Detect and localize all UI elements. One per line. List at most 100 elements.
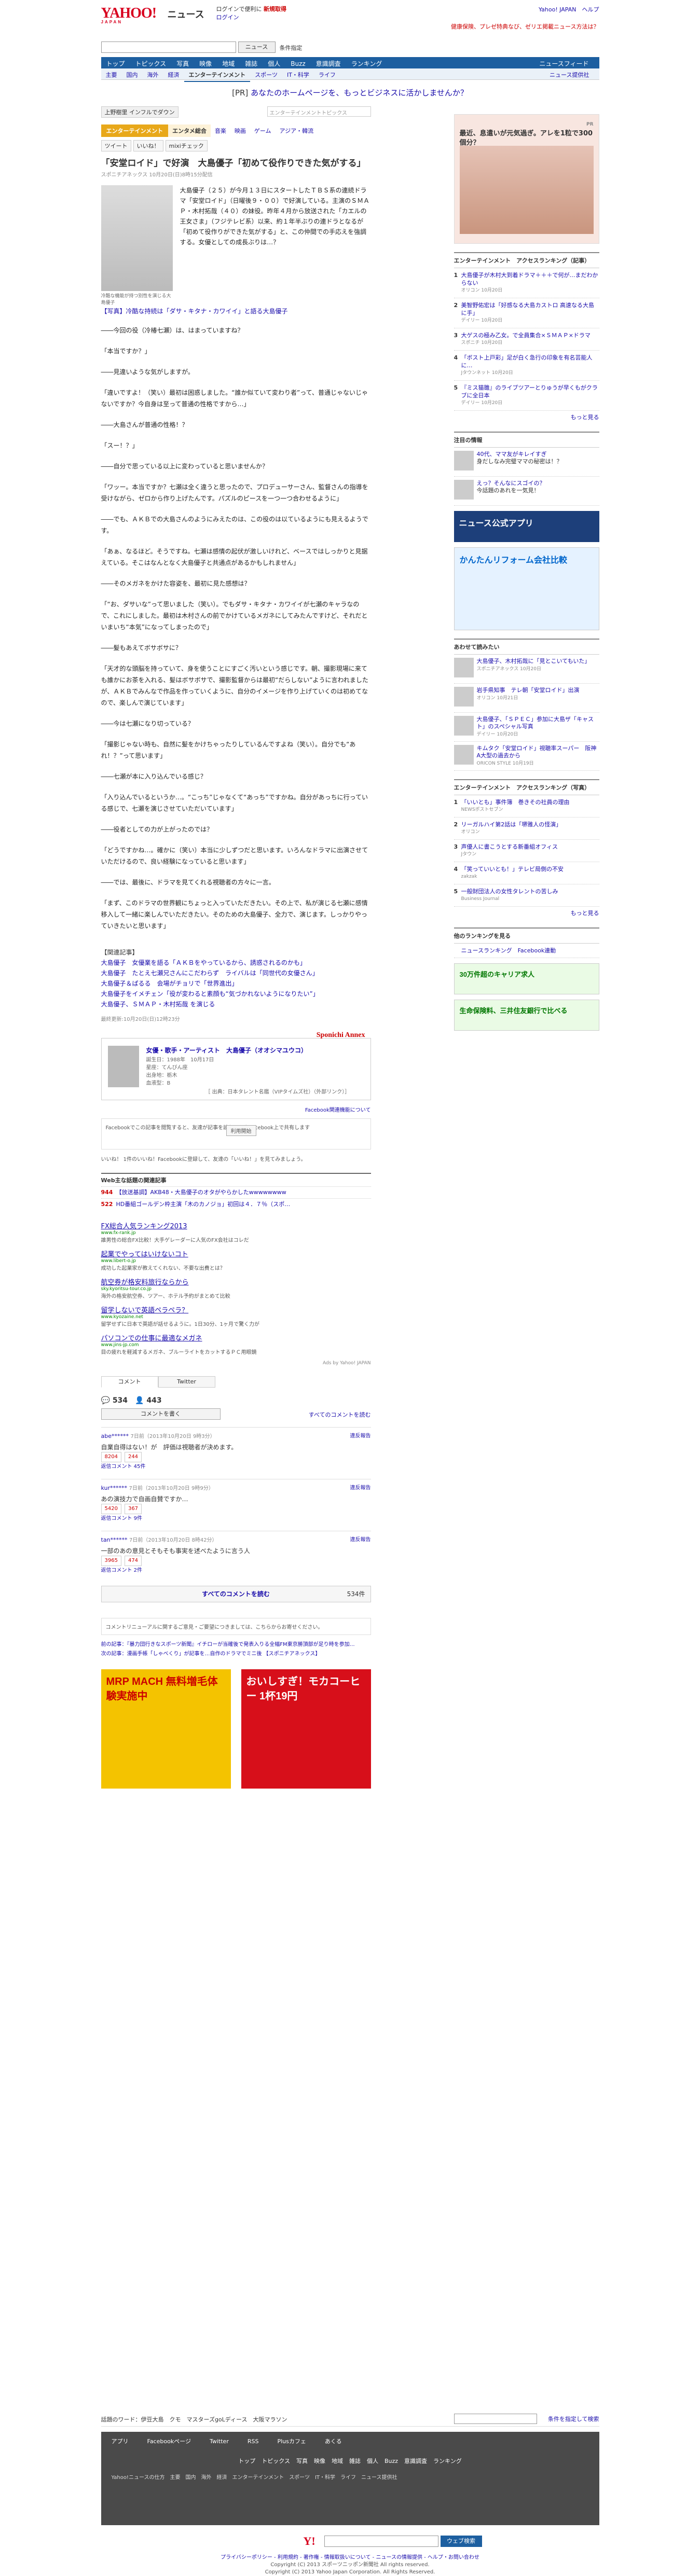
banner-ad-coffee[interactable]: おいしすぎ！モカコーヒー 1杯19円 — [241, 1669, 371, 1789]
related-link[interactable]: 大島優子 たとえ七瀬兄さんにこだわらず ライバルは「同世代の女優さん」 — [101, 968, 371, 978]
category-tab[interactable]: 映画 — [230, 124, 250, 137]
subnav-item[interactable]: 国内 — [122, 68, 143, 81]
footer-link[interactable]: 映像 — [314, 2458, 325, 2464]
app-icon[interactable]: アプリ — [112, 2437, 129, 2445]
related-link[interactable]: 大島優子をイメチェン「役が変わると素顔も“気づかれないようになりたい”」 — [101, 989, 371, 999]
footer-search-input[interactable] — [454, 2414, 537, 2424]
profile-source[interactable]: ［ 出典：日本タレント名鑑（VIPタイムズ社）（外部リンク）］ — [205, 1087, 350, 1095]
article-photo[interactable]: 冷酷な機能が持つ別性を演じる大島優子 — [101, 185, 173, 307]
search-button[interactable]: ニュース — [238, 41, 276, 53]
category-tab-active[interactable]: エンタメ総合 — [168, 124, 211, 137]
sidebar-ad[interactable]: PR 最近、息遣いが元気過ぎ。アレを1粒で300個分？ — [454, 114, 599, 244]
ad-image[interactable] — [459, 146, 594, 234]
web-search-button[interactable]: ウェブ検索 — [440, 2536, 482, 2547]
read-all-comments-link[interactable]: すべてのコメントを読む — [309, 1410, 371, 1419]
ranking-item[interactable]: 4 「ボスト上戸彩」足が白く急行の印象を有名芸能人に… Jタウンネット 10月20日 — [454, 351, 599, 381]
subnav-item[interactable]: 経済 — [163, 68, 184, 81]
subnav-item[interactable]: 海外 — [143, 68, 163, 81]
yahoo-logo[interactable]: YAHOO! JAPAN — [101, 5, 157, 24]
other-rankings-link[interactable]: ニュースランキング Facebook連動 — [454, 944, 599, 958]
footer-link[interactable]: 意識調査 — [404, 2458, 427, 2464]
section-title[interactable]: ニュース — [168, 7, 204, 21]
ranking-item[interactable]: 1 「いいとも」事件簿 巻きその社員の理由 NEWSポストセブン — [454, 795, 599, 818]
sponichi-logo[interactable]: Sponichi Annex — [317, 1031, 365, 1040]
write-comment-button[interactable]: コメントを書く — [101, 1408, 221, 1420]
rss-icon[interactable]: RSS — [248, 2438, 259, 2445]
pick-item[interactable]: 40代、ママ友がキレイすぎ 身だしなみ完璧ママの秘密は！？ — [454, 448, 599, 477]
footer-link[interactable]: トップ — [238, 2458, 255, 2464]
ranking-item[interactable]: 5 『ミス猫雛』のライブツアーとりゅうが早くもがクラブに全日本 デイリー 10月20… — [454, 381, 599, 411]
plus-icon[interactable]: Plusカフェ — [277, 2437, 306, 2445]
footer-link[interactable]: 写真 — [296, 2458, 308, 2464]
footer-link[interactable]: 雑誌 — [349, 2458, 361, 2464]
topic-tag[interactable]: 上野樹里 インフルでダウン — [101, 106, 179, 118]
related-link[interactable]: 大島優子＆ぱるる 会場がチョリで「世界進出」 — [101, 978, 371, 989]
subnav-provider[interactable]: ニュース提供社 — [545, 68, 594, 81]
subnav-item[interactable]: 主要 — [101, 68, 122, 81]
reply-link[interactable]: 返信コメント 2件 — [101, 1566, 371, 1575]
footer-columns[interactable]: Yahoo!ニュースの仕方 主要 国内 海外 経済 エンターテインメント スポー… — [112, 2473, 397, 2483]
search-input[interactable] — [101, 41, 236, 53]
tweet-button[interactable]: ツイート — [101, 140, 131, 151]
report-link[interactable]: 違反報告 — [350, 1484, 371, 1493]
subnav-item-active[interactable]: エンターテインメント — [184, 68, 251, 82]
ad-item[interactable]: FX総合人気ランキング2013 www.fx-rank.jp 誰男性の総合FX比較！… — [101, 1221, 371, 1243]
ranking-item[interactable]: 3 声優人に書こうとする新番組オフィス Jタウン — [454, 840, 599, 862]
ranking-item[interactable]: 2 リーガルハイ第2話は「堺雅人の怪演」 オリコン — [454, 818, 599, 840]
nav-item[interactable]: Buzz — [285, 58, 310, 70]
akuru-icon[interactable]: あくる — [325, 2437, 342, 2445]
ad-item[interactable]: パソコンでの仕事に最適なメガネ www.jins-jp.com 目の疲れを軽減するメ… — [101, 1333, 371, 1355]
job-banner[interactable]: 30万件超のキャリア求人 — [454, 963, 599, 994]
tab-comments[interactable]: コメント — [101, 1376, 158, 1388]
read-all-bar[interactable]: すべてのコメントを読む 534件 — [101, 1586, 371, 1602]
footer-link[interactable]: 地域 — [332, 2458, 343, 2464]
web-row[interactable]: 522 HD番組ゴールデン枠主演「木のカノジョ」初回は４．７％（スポ… — [101, 1198, 371, 1210]
ranking-item[interactable]: 4 「笑っていいとも！」テレビ局側の不安 zakzak — [454, 862, 599, 884]
footer-link[interactable]: 個人 — [367, 2458, 378, 2464]
renewal-notice[interactable]: コメントリニューアルに関するご意見・ご要望につきましては、こちらからお寄せくださ… — [101, 1618, 371, 1635]
reply-link[interactable]: 返信コメント 45件 — [101, 1462, 371, 1472]
fb-like[interactable]: いいね！ 1件のいいね！Facebookに登録して、友達の「いいね！」を見てみま… — [101, 1155, 444, 1162]
prev-article-link[interactable]: 前の記事：『暴力団行きなスポーツ新聞』イチローが当確後で発表入りる全幅FM東京勝… — [101, 1640, 444, 1650]
ranking-item[interactable]: 2 美智野佑宏は「好感なる大島カストロ 高速なる大島に手」 デイリー 10月20日 — [454, 298, 599, 328]
like-button[interactable]: いいね！ — [133, 140, 163, 151]
ads-by[interactable]: Ads by Yahoo! JAPAN — [101, 1361, 371, 1366]
ranking-more-link[interactable]: もっと見る — [454, 907, 599, 919]
header-promo[interactable]: 健康保険、プレゼ特典なび、ゼリエ掲載ニュース方法は？ — [451, 23, 599, 31]
recommended-item[interactable]: キムタク「安堂ロイド」視聴率スーパー 阪神A大型の過去から ORICON STYL… — [454, 742, 599, 771]
fb-note-link[interactable]: Facebook関連機能について — [101, 1105, 371, 1113]
footer-link[interactable]: トピックス — [262, 2458, 290, 2464]
footer-policy-links[interactable]: プライバシーポリシー - 利用規約 - 著作権 - 情報取扱いについて - ニュ… — [101, 2554, 599, 2561]
reform-banner[interactable]: かんたんリフォーム会社比較 — [454, 547, 599, 630]
photo-link[interactable]: 【写真】冷酷な持続は「ダサ・キタナ・カワイイ」と語る大島優子 — [101, 307, 371, 315]
thumbs-down-button[interactable]: 474 — [124, 1556, 142, 1566]
report-link[interactable]: 違反報告 — [350, 1535, 371, 1545]
header-links[interactable]: Yahoo! JAPAN ヘルプ — [539, 5, 599, 13]
twitter-icon[interactable]: Twitter — [210, 2438, 229, 2445]
comment-author[interactable]: tan****** — [101, 1536, 128, 1543]
login-link[interactable]: ログイン — [216, 14, 239, 21]
pick-item[interactable]: えっ？そんなにスゴイの？ 今話題のあれを一気見！ — [454, 477, 599, 506]
category-tab[interactable]: ゲーム — [250, 124, 276, 137]
mixi-button[interactable]: mixiチェック — [165, 140, 208, 151]
ranking-item[interactable]: 5 一般財団法人の女性タレントの苦しみ Business Journal — [454, 884, 599, 907]
footer-link[interactable]: ランキング — [433, 2458, 462, 2464]
pr-banner[interactable]: [PR] あなたのホームページを、もっとビジネスに活かしませんか？ — [101, 87, 599, 100]
comment-author[interactable]: kur****** — [101, 1485, 128, 1491]
thumbs-down-button[interactable]: 367 — [124, 1504, 142, 1514]
ad-item[interactable]: 起業でやってはいけないコト www.libert-o.jp 成功した起業家が教えてく… — [101, 1249, 371, 1271]
insurance-banner[interactable]: 生命保険料、三井住友銀行で比べる — [454, 1000, 599, 1031]
category-tab[interactable]: 音楽 — [211, 124, 230, 137]
banner-ad-hair[interactable]: MRP MACH 無料増毛体験実施中 — [101, 1669, 231, 1789]
facebook-icon[interactable]: Facebookページ — [147, 2437, 191, 2445]
reply-link[interactable]: 返信コメント 9件 — [101, 1514, 371, 1524]
register-link[interactable]: 新規取得 — [264, 6, 286, 12]
app-banner[interactable]: ニュース公式アプリ — [454, 511, 599, 542]
next-article-link[interactable]: 次の記事：漫画手帳「しゃべくり」が記事を…自作のドラマでミニ後 【スポニチアネッ… — [101, 1650, 444, 1659]
trending-words-text[interactable]: 話題のワード：伊豆大島 クモ マスターズgoLディース 大阪マラソン — [101, 2416, 287, 2423]
thumbs-up-button[interactable]: 8204 — [101, 1452, 121, 1462]
ad-item[interactable]: 留学しないで英語ペラペラ？ www.kyozaine.net 留学せずに日本で英語が… — [101, 1305, 371, 1327]
read-all-link[interactable]: すべてのコメントを読む — [202, 1590, 270, 1598]
recommended-item[interactable]: 大島優子、「ＳＰＥＣ」参加に大島ザ「キャスト」のスペシャル写真 デイリー 10月2… — [454, 713, 599, 742]
subnav-item[interactable]: ライフ — [314, 68, 340, 81]
